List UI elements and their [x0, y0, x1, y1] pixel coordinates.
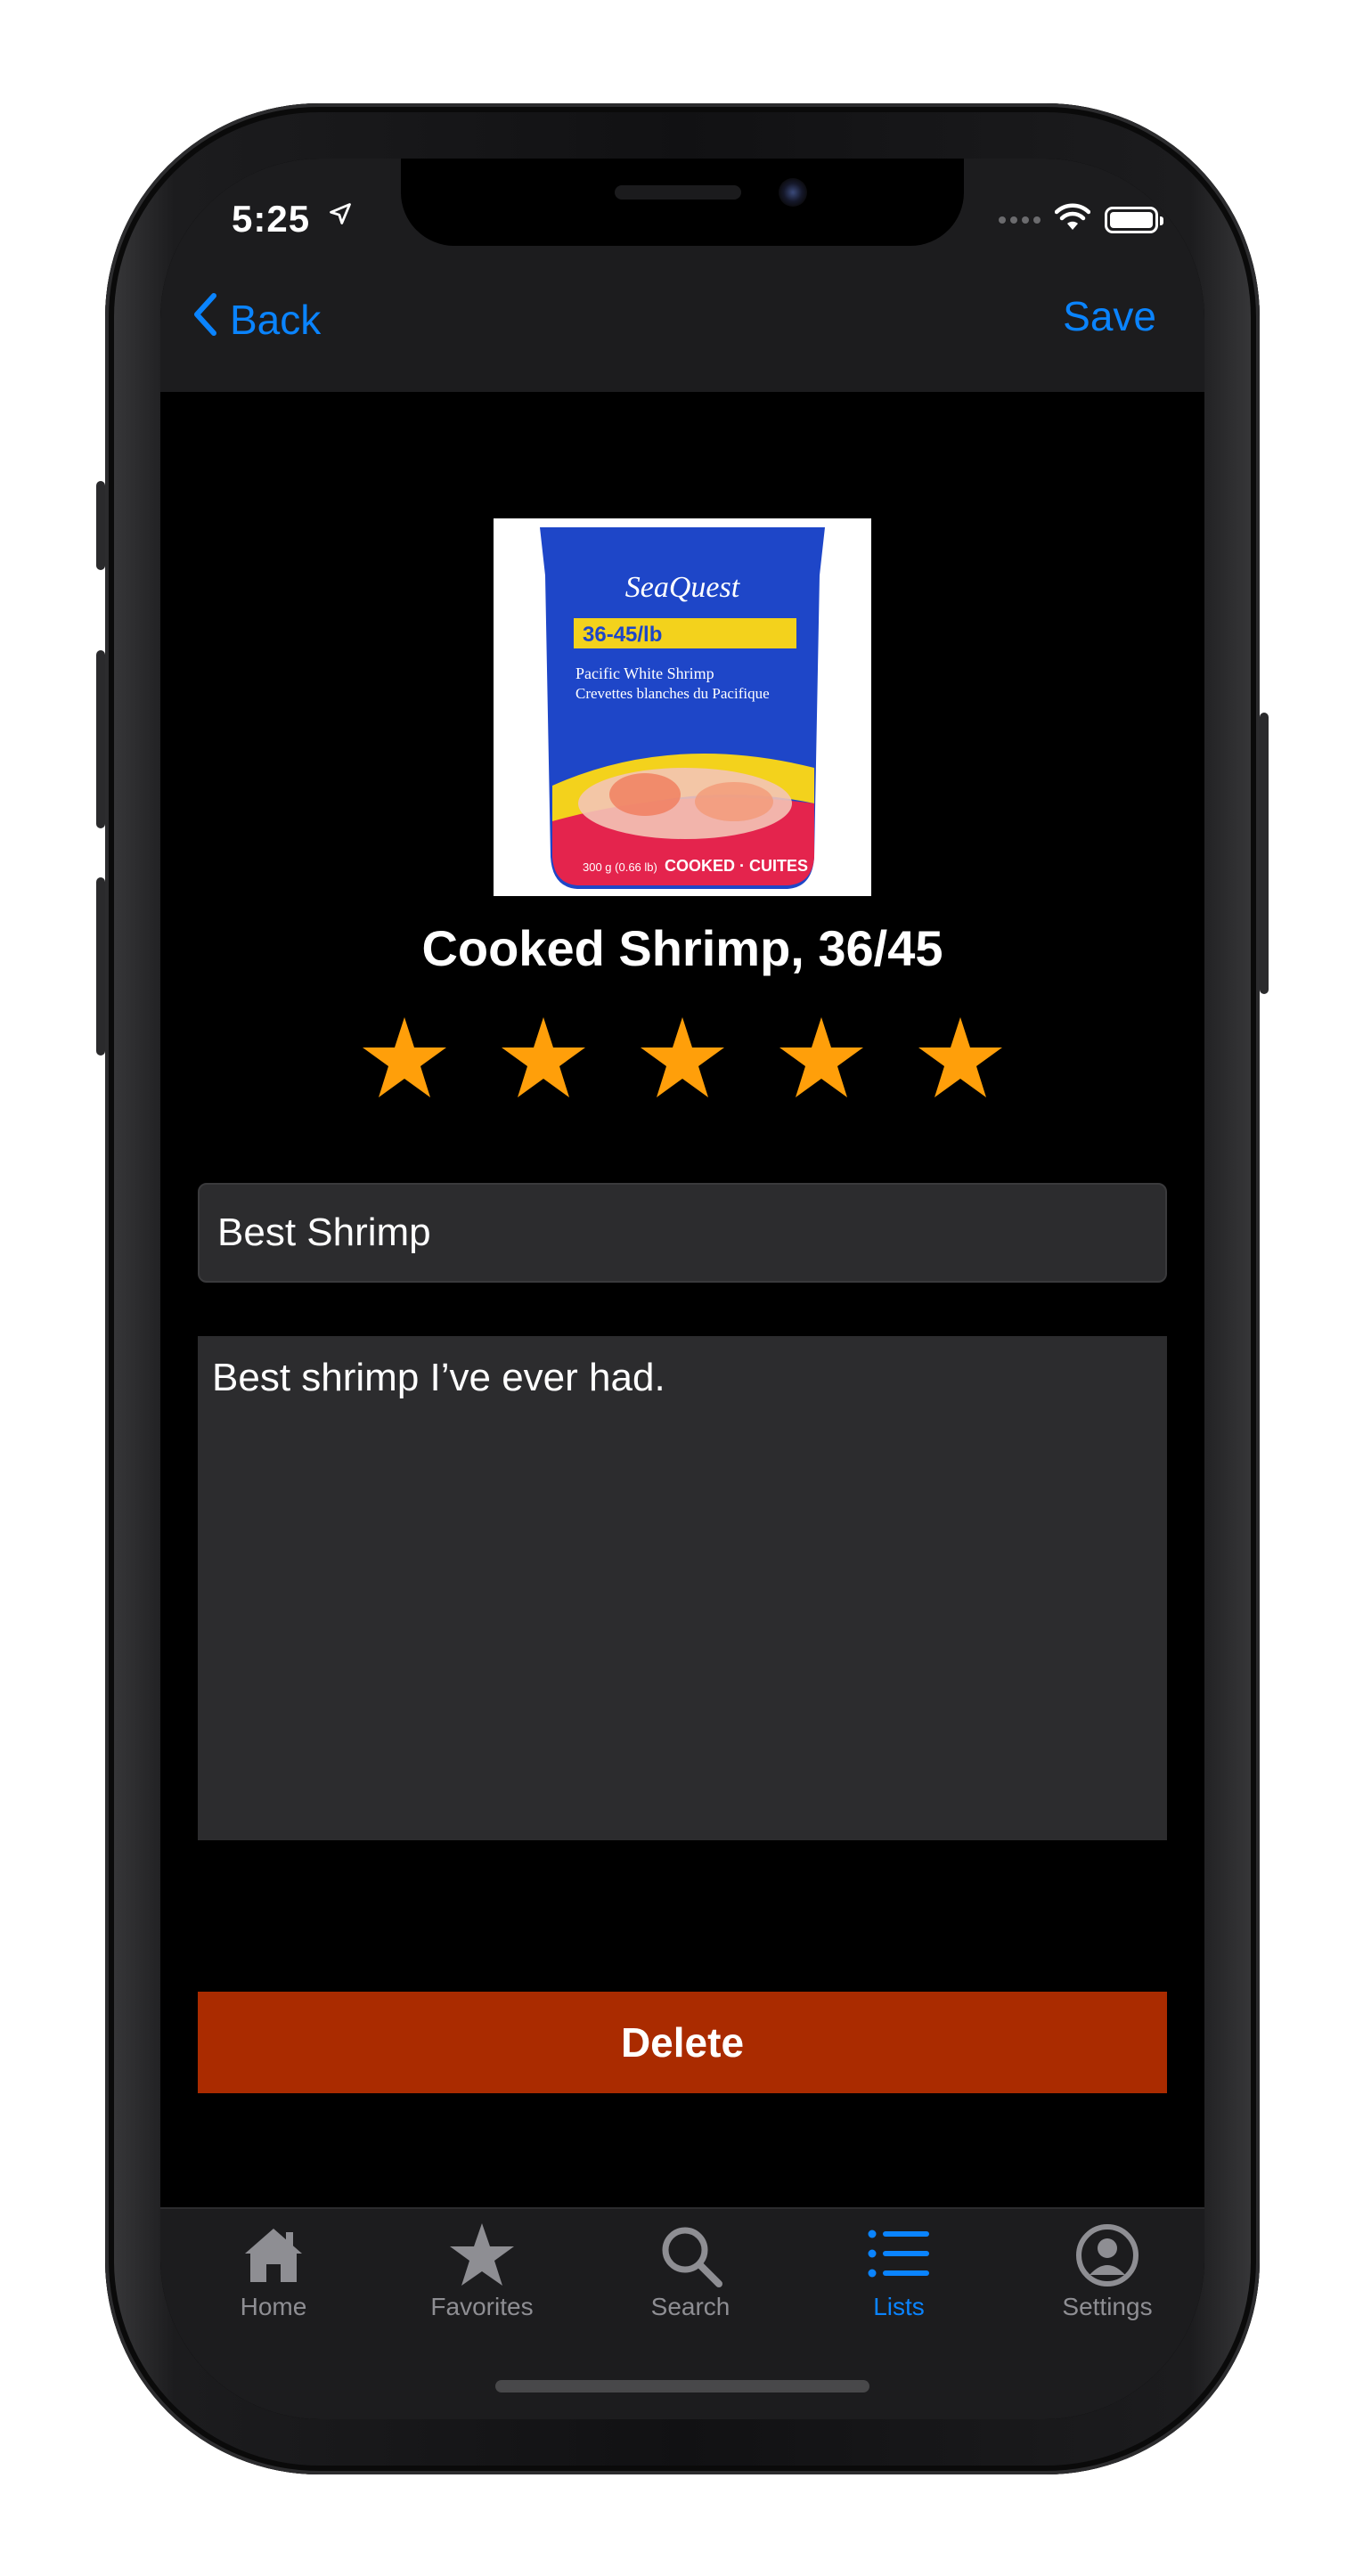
tab-favorites[interactable]: Favorites: [378, 2221, 586, 2346]
delete-button[interactable]: Delete: [198, 1992, 1167, 2093]
star-icon-4[interactable]: [777, 1014, 866, 1103]
save-button[interactable]: Save: [1063, 292, 1156, 340]
screen: 5:25 Back Save SeaQuest 36-45/lb Pacific…: [160, 159, 1204, 2419]
star-icon-2[interactable]: [499, 1014, 588, 1103]
tab-lists[interactable]: Lists: [795, 2221, 1003, 2346]
tab-lists-label: Lists: [873, 2293, 925, 2320]
image-line1: Pacific White Shrimp: [575, 664, 714, 682]
search-icon: [662, 2227, 722, 2287]
home-icon: [245, 2229, 302, 2282]
product-image: SeaQuest 36-45/lb Pacific White Shrimp C…: [494, 518, 871, 896]
navigation-bar: Back Save: [160, 248, 1204, 392]
review-notes-value: Best shrimp I’ve ever had.: [212, 1356, 665, 1399]
image-count: 36-45/lb: [583, 623, 662, 647]
silent-switch: [96, 481, 105, 570]
tab-favorites-label: Favorites: [430, 2293, 534, 2320]
volume-down-button: [96, 877, 105, 1056]
notch: [401, 159, 964, 246]
image-brand: SeaQuest: [625, 571, 741, 604]
status-indicators: [999, 203, 1163, 236]
back-label: Back: [230, 296, 322, 343]
review-title-field[interactable]: Best Shrimp: [198, 1183, 1167, 1283]
status-time: 5:25: [232, 198, 311, 240]
cellular-signal-icon: [999, 216, 1041, 224]
tab-home[interactable]: Home: [169, 2221, 378, 2346]
tab-search[interactable]: Search: [586, 2221, 795, 2346]
wifi-icon: [1054, 203, 1091, 236]
tab-home-label: Home: [240, 2293, 307, 2320]
product-title: Cooked Shrimp, 36/45: [421, 920, 943, 976]
image-cooked: COOKED · CUITES: [665, 857, 808, 875]
star-rating[interactable]: [160, 1014, 1204, 1103]
review-notes-textarea[interactable]: Best shrimp I’ve ever had.: [198, 1336, 1167, 1840]
tab-settings[interactable]: Settings: [1003, 2221, 1204, 2346]
person-circle-icon: [1076, 2224, 1139, 2287]
star-icon-1[interactable]: [360, 1014, 449, 1103]
power-button: [1260, 713, 1269, 994]
star-icon-3[interactable]: [638, 1014, 727, 1103]
tab-search-label: Search: [650, 2293, 730, 2320]
image-weight: 300 g (0.66 lb): [583, 860, 657, 874]
list-icon: [868, 2230, 929, 2278]
star-icon: [450, 2223, 514, 2286]
home-indicator[interactable]: [495, 2380, 869, 2393]
battery-icon: [1105, 206, 1163, 233]
back-button[interactable]: Back: [192, 292, 321, 346]
tab-settings-label: Settings: [1062, 2293, 1153, 2320]
speaker-grille: [615, 185, 741, 200]
chevron-left-icon: [192, 292, 217, 346]
image-line2: Crevettes blanches du Pacifique: [575, 685, 770, 702]
location-arrow-icon: [328, 201, 353, 233]
front-camera: [779, 178, 807, 207]
review-title-value: Best Shrimp: [217, 1211, 431, 1254]
volume-up-button: [96, 650, 105, 828]
star-icon-5[interactable]: [916, 1014, 1005, 1103]
